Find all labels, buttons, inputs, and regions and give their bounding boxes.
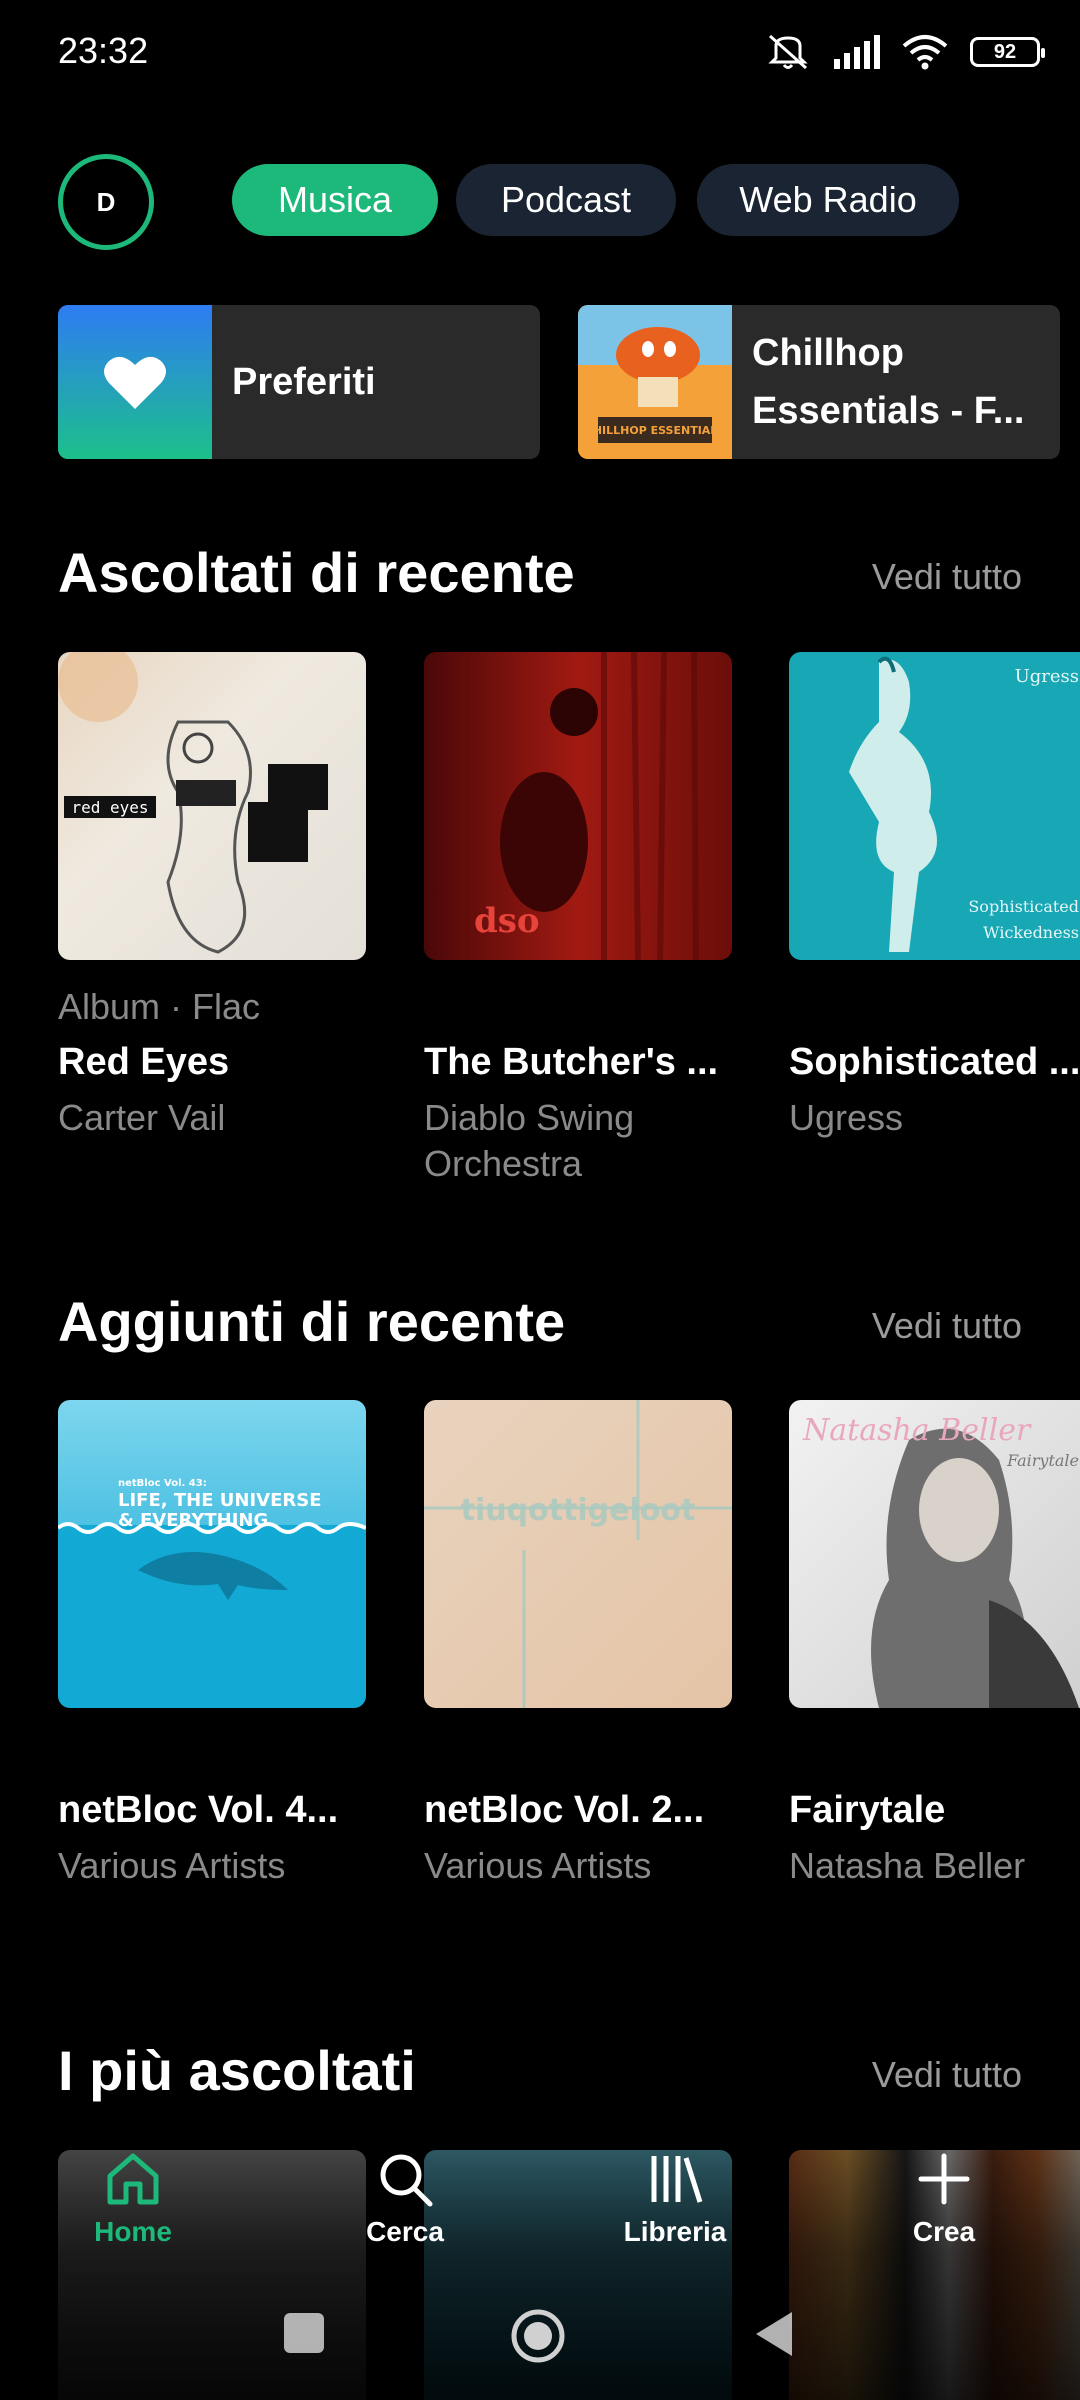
album-cover: tiuqottigeloot bbox=[424, 1400, 732, 1708]
chip-label: Musica bbox=[277, 179, 393, 220]
card-title: Fairytale bbox=[789, 1789, 946, 1831]
chip-label: Podcast bbox=[500, 179, 632, 220]
shortcut-label: Preferiti bbox=[232, 361, 376, 403]
card-artist-line1: Diablo Swing bbox=[424, 1097, 635, 1138]
chillhop-art: CHILLHOP ESSENTIALS bbox=[578, 305, 732, 459]
card-artist: Ugress bbox=[789, 1097, 904, 1138]
netbloc-43-art-line2: & EVERYTHING bbox=[118, 1510, 268, 1531]
card-artist: Various Artists bbox=[424, 1845, 652, 1886]
plus-icon bbox=[918, 2153, 970, 2205]
chip-label: Web Radio bbox=[739, 179, 917, 220]
home-system-button[interactable] bbox=[508, 2306, 568, 2366]
shortcut-label-line2: Essentials - F... bbox=[752, 390, 1025, 432]
netbloc-2-art-text: tiuqottigeloot bbox=[461, 1493, 696, 1528]
nav-home[interactable]: Home bbox=[43, 2150, 223, 2248]
section-title-most-played: I più ascoltati bbox=[58, 2039, 416, 2102]
album-card-red-eyes[interactable]: red eyes bbox=[58, 652, 366, 960]
search-icon bbox=[380, 2154, 433, 2207]
album-card-butchers[interactable]: dso bbox=[424, 652, 732, 960]
section-title-recent: Ascoltati di recente bbox=[58, 541, 575, 604]
signal-icon bbox=[834, 35, 880, 69]
chillhop-art-text: CHILLHOP ESSENTIALS bbox=[585, 424, 726, 437]
red-eyes-art: red eyes bbox=[58, 652, 366, 960]
heart-icon bbox=[104, 356, 166, 409]
favorites-thumb bbox=[58, 305, 212, 459]
profile-avatar[interactable]: D bbox=[58, 154, 154, 250]
album-cover: dso bbox=[424, 652, 732, 960]
wifi-icon bbox=[902, 35, 948, 70]
sophisticated-art-bottom2: Wickedness bbox=[983, 923, 1079, 942]
shortcut-favorites[interactable]: Preferiti bbox=[58, 305, 540, 459]
card-artist: Diablo Swing Orchestra bbox=[424, 1095, 724, 1187]
fairytale-art: Natasha Beller Fairytale bbox=[789, 1400, 1080, 1708]
butchers-art-text: dso bbox=[474, 901, 540, 941]
status-icons: 92 bbox=[766, 32, 1045, 72]
back-button[interactable] bbox=[752, 2308, 796, 2360]
nav-create[interactable]: Crea bbox=[854, 2150, 1034, 2248]
netbloc-43-art: netBloc Vol. 43: LIFE, THE UNIVERSE & EV… bbox=[58, 1400, 366, 1708]
sophisticated-art-top: Ugress bbox=[1015, 666, 1079, 687]
see-all-most-played[interactable]: Vedi tutto bbox=[872, 2054, 1022, 2096]
album-card-netbloc-43[interactable]: netBloc Vol. 43: LIFE, THE UNIVERSE & EV… bbox=[58, 1400, 366, 1708]
recents-button[interactable] bbox=[284, 2313, 324, 2353]
card-title: Red Eyes bbox=[58, 1041, 230, 1083]
shortcut-chillhop[interactable]: CHILLHOP ESSENTIALS Chillhop Essentials … bbox=[578, 305, 1060, 459]
card-title: Sophisticated ... bbox=[789, 1041, 1080, 1083]
battery-level: 92 bbox=[993, 40, 1017, 63]
avatar-initial: D bbox=[96, 186, 116, 217]
sophisticated-art: Ugress Sophisticated Wickedness bbox=[789, 652, 1080, 960]
card-artist: Various Artists bbox=[58, 1845, 286, 1886]
card-meta: Album · Flac bbox=[58, 986, 261, 1027]
see-all-added[interactable]: Vedi tutto bbox=[872, 1305, 1022, 1347]
chillhop-cover: CHILLHOP ESSENTIALS bbox=[578, 305, 732, 459]
card-artist: Natasha Beller bbox=[789, 1845, 1026, 1886]
album-cover: Ugress Sophisticated Wickedness bbox=[789, 652, 1080, 960]
card-title: The Butcher's ... bbox=[424, 1041, 719, 1083]
album-card-sophisticated[interactable]: Ugress Sophisticated Wickedness bbox=[789, 652, 1080, 960]
shortcut-label: Chillhop Essentials - F... bbox=[732, 324, 1040, 440]
mute-icon bbox=[768, 34, 808, 70]
nav-label: Cerca bbox=[366, 2216, 444, 2247]
album-cover: Natasha Beller Fairytale bbox=[789, 1400, 1080, 1708]
battery-icon: 92 bbox=[970, 37, 1045, 67]
fairytale-art-line2: Fairytale bbox=[1006, 1451, 1079, 1470]
fairytale-art-line1: Natasha Beller bbox=[802, 1413, 1032, 1448]
chip-musica[interactable]: Musica bbox=[232, 164, 438, 236]
butchers-art: dso bbox=[424, 652, 732, 960]
card-title: netBloc Vol. 4... bbox=[58, 1789, 339, 1831]
nav-label: Home bbox=[94, 2216, 172, 2247]
chip-podcast[interactable]: Podcast bbox=[456, 164, 676, 236]
netbloc-43-art-small: netBloc Vol. 43: bbox=[118, 1478, 207, 1489]
see-all-recent[interactable]: Vedi tutto bbox=[872, 556, 1022, 598]
album-cover: red eyes bbox=[58, 652, 366, 960]
red-eyes-art-text: red eyes bbox=[71, 798, 148, 817]
library-icon bbox=[651, 2156, 703, 2203]
shortcut-label-line1: Chillhop bbox=[752, 332, 904, 374]
album-cover: netBloc Vol. 43: LIFE, THE UNIVERSE & EV… bbox=[58, 1400, 366, 1708]
nav-search[interactable]: Cerca bbox=[315, 2150, 495, 2248]
netbloc-2-art: tiuqottigeloot bbox=[424, 1400, 732, 1708]
section-title-added: Aggiunti di recente bbox=[58, 1290, 566, 1353]
card-artist: Carter Vail bbox=[58, 1097, 226, 1138]
album-card-netbloc-2[interactable]: tiuqottigeloot bbox=[424, 1400, 732, 1708]
nav-label: Crea bbox=[912, 2216, 976, 2247]
sophisticated-art-bottom1: Sophisticated bbox=[968, 897, 1079, 916]
card-title: netBloc Vol. 2... bbox=[424, 1789, 705, 1831]
card-artist-line2: Orchestra bbox=[424, 1143, 583, 1184]
home-icon bbox=[107, 2153, 159, 2205]
chip-web-radio[interactable]: Web Radio bbox=[697, 164, 959, 236]
nav-label: Libreria bbox=[623, 2216, 727, 2247]
nav-library[interactable]: Libreria bbox=[585, 2150, 765, 2248]
status-time: 23:32 bbox=[58, 30, 149, 71]
album-card-fairytale[interactable]: Natasha Beller Fairytale bbox=[789, 1400, 1080, 1708]
netbloc-43-art-line1: LIFE, THE UNIVERSE bbox=[118, 1490, 322, 1511]
